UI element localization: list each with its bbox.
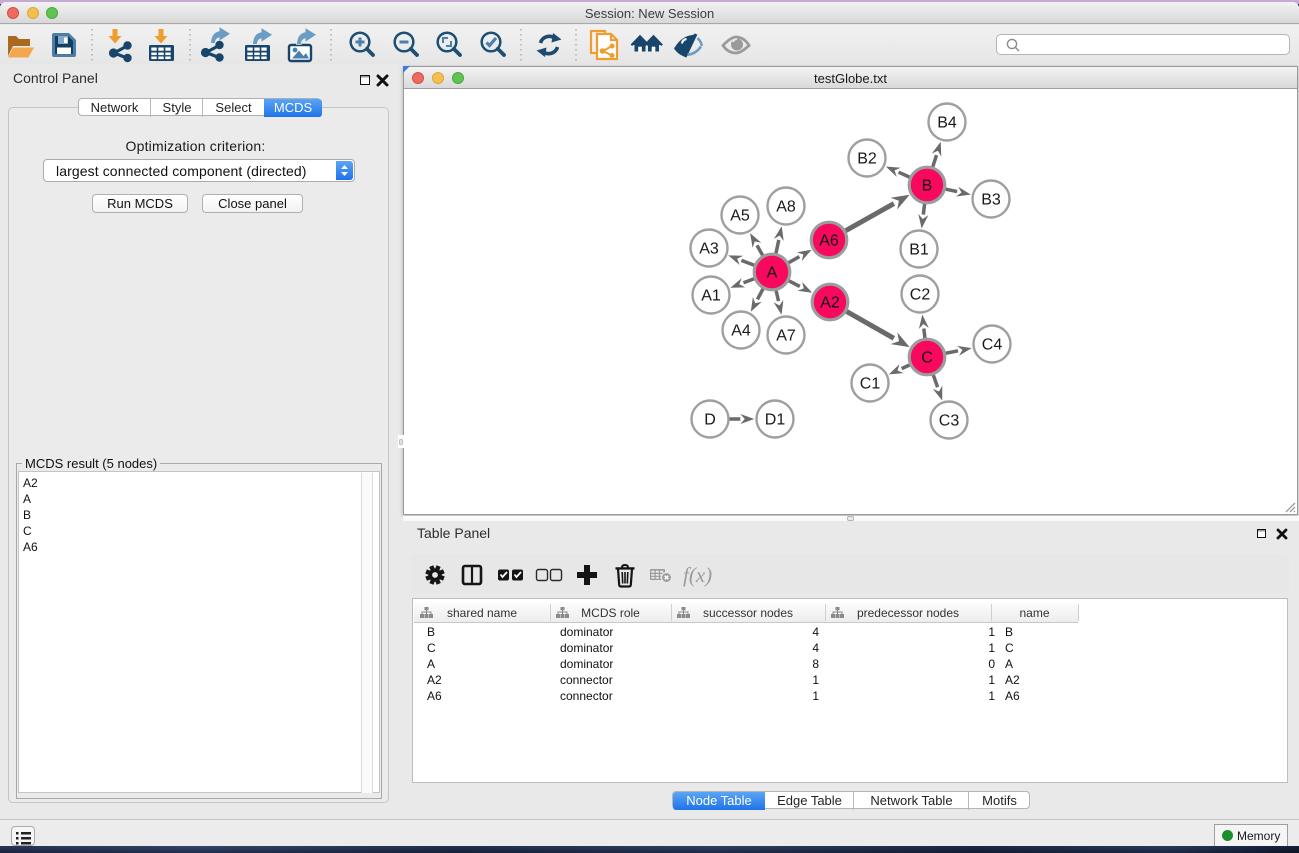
svg-text:B3: B3 bbox=[981, 192, 1001, 209]
svg-text:C1: C1 bbox=[860, 376, 881, 393]
svg-text:A4: A4 bbox=[731, 323, 751, 340]
svg-text:A2: A2 bbox=[820, 295, 840, 312]
svg-text:C2: C2 bbox=[910, 287, 931, 304]
svg-text:D: D bbox=[704, 412, 716, 429]
svg-text:A7: A7 bbox=[776, 328, 796, 345]
svg-text:C4: C4 bbox=[982, 337, 1003, 354]
svg-text:A6: A6 bbox=[819, 233, 839, 250]
svg-text:A8: A8 bbox=[776, 199, 796, 216]
svg-text:C3: C3 bbox=[939, 413, 960, 430]
svg-text:A3: A3 bbox=[699, 241, 719, 258]
svg-text:D1: D1 bbox=[765, 412, 786, 429]
svg-text:A5: A5 bbox=[730, 208, 750, 225]
svg-text:B: B bbox=[922, 178, 933, 195]
svg-text:C: C bbox=[921, 350, 933, 367]
svg-text:B4: B4 bbox=[937, 115, 957, 132]
svg-text:B2: B2 bbox=[857, 151, 877, 168]
svg-text:A1: A1 bbox=[701, 288, 721, 305]
svg-text:A: A bbox=[767, 265, 778, 282]
svg-text:B1: B1 bbox=[909, 242, 929, 259]
